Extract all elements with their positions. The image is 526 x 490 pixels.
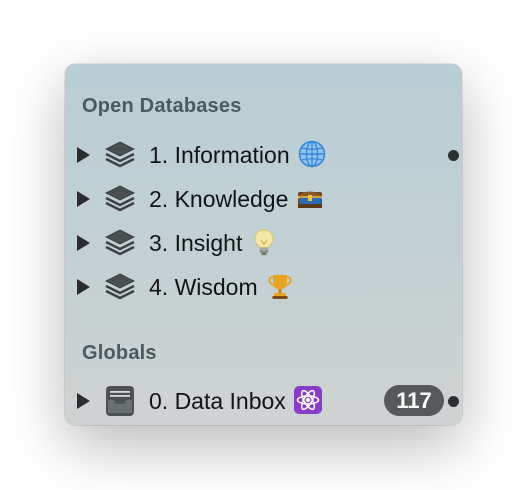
sidebar-item-information[interactable]: 1. Information xyxy=(65,135,462,175)
database-stack-icon xyxy=(104,273,136,300)
sidebar-item-insight[interactable]: 3. Insight xyxy=(65,223,462,263)
item-label: 3. Insight xyxy=(149,230,243,256)
globe-icon xyxy=(298,140,325,168)
treasure-chest-icon xyxy=(298,191,323,208)
open-indicator-dot xyxy=(448,150,459,161)
inbox-tray-icon xyxy=(106,386,134,416)
item-label: 1. Information xyxy=(149,142,290,168)
item-label: 2. Knowledge xyxy=(149,186,289,212)
sidebar-panel: Open Databases 1. Information 2. Knowled… xyxy=(65,64,462,425)
database-stack-icon xyxy=(104,141,136,168)
item-label: 4. Wisdom xyxy=(149,274,258,300)
disclosure-triangle-icon[interactable] xyxy=(77,235,90,251)
sidebar-item-wisdom[interactable]: 4. Wisdom xyxy=(65,267,462,307)
database-stack-icon xyxy=(104,229,136,256)
disclosure-triangle-icon[interactable] xyxy=(77,393,90,409)
sidebar-item-data-inbox[interactable]: 0. Data Inbox 117 xyxy=(65,381,462,421)
sidebar-item-knowledge[interactable]: 2. Knowledge xyxy=(65,179,462,219)
unread-count-badge: 117 xyxy=(384,385,444,416)
disclosure-triangle-icon[interactable] xyxy=(77,279,90,295)
open-indicator-dot xyxy=(448,396,459,407)
section-header-open-databases: Open Databases xyxy=(82,95,242,117)
lightbulb-icon xyxy=(254,229,274,255)
item-label: 0. Data Inbox xyxy=(149,388,286,414)
trophy-icon xyxy=(268,274,292,299)
disclosure-triangle-icon[interactable] xyxy=(77,191,90,207)
section-header-globals: Globals xyxy=(82,342,157,364)
database-stack-icon xyxy=(104,185,136,212)
window-area: Open Databases 1. Information 2. Knowled… xyxy=(0,0,526,490)
atom-icon xyxy=(293,385,322,414)
disclosure-triangle-icon[interactable] xyxy=(77,147,90,163)
